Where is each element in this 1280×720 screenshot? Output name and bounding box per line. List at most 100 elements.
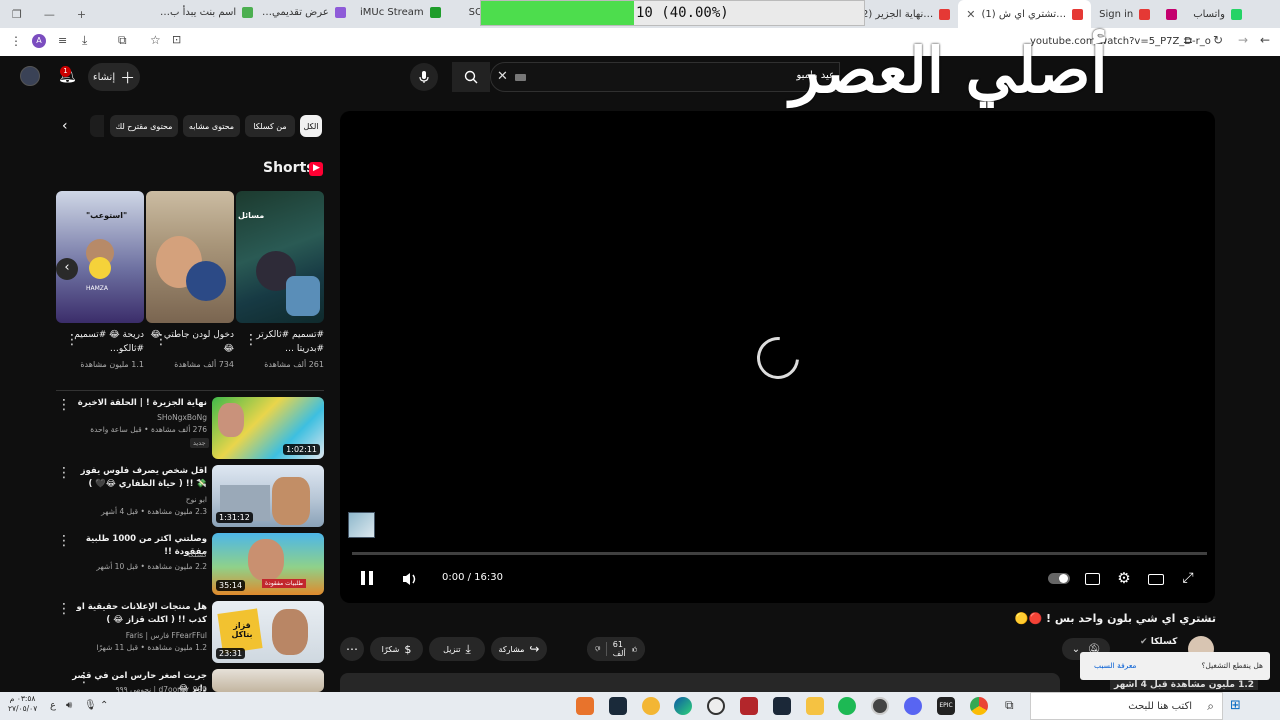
discord-icon[interactable] xyxy=(904,697,922,715)
video-channel[interactable]: SHoNgxBoNg xyxy=(70,412,207,423)
video-title[interactable]: نهاية الجزيرة ! | الحلقة الاخيرة xyxy=(70,397,207,410)
chips-prev-chevron-icon[interactable]: ‹ xyxy=(62,118,68,134)
forward-icon[interactable]: → xyxy=(1238,33,1248,47)
video-channel[interactable]: ابو نوح xyxy=(70,494,207,505)
tab-girl-names[interactable]: اسم بنت يبدأ ب… xyxy=(160,7,254,18)
more-options-icon[interactable]: ⋮ xyxy=(57,466,71,480)
tab-presentation[interactable]: عرض تقديمي… xyxy=(262,7,346,18)
download-button[interactable]: تنزيل ⤓ xyxy=(429,637,485,661)
voice-search-button[interactable] xyxy=(410,63,438,91)
pause-button[interactable] xyxy=(358,568,376,588)
language-indicator[interactable]: ع xyxy=(50,700,56,711)
channel-name[interactable]: كسلكا ✔ xyxy=(1140,637,1177,647)
share-button[interactable]: مشاركة ↪ xyxy=(491,637,547,661)
tab-active-video[interactable]: (1) تشتري اي ش… ✕ xyxy=(958,0,1092,28)
profile-avatar[interactable]: A xyxy=(32,34,46,48)
more-options-icon[interactable]: ⋮ xyxy=(244,333,258,347)
epic-games-icon[interactable]: EPIC xyxy=(937,697,955,715)
video-thumbnail-5[interactable] xyxy=(212,669,324,692)
spotify-icon[interactable] xyxy=(838,697,856,715)
obs-icon[interactable] xyxy=(871,697,889,715)
short-thumbnail-1[interactable]: مسائل xyxy=(236,191,324,323)
theater-mode-button[interactable] xyxy=(1147,571,1165,587)
tab-sign-in[interactable]: Sign in xyxy=(1091,0,1158,28)
minimize-icon[interactable]: — xyxy=(44,8,55,21)
chip-overflow[interactable] xyxy=(90,115,104,137)
youtube-icon xyxy=(939,8,951,20)
tab-island-finale[interactable]: (2) نهاية الجزير… xyxy=(850,0,958,28)
chip-from-channel[interactable]: من كسلكا xyxy=(245,115,295,137)
video-title[interactable]: اقل شخص يصرف فلوس يفوز 💸 !! ( حياة الطفا… xyxy=(70,465,207,491)
menu-dots-icon[interactable]: ⋮ xyxy=(10,34,22,48)
video-thumbnail-4[interactable]: قزاز بتاكل 23:31 xyxy=(212,601,324,663)
more-options-icon[interactable]: ⋮ xyxy=(65,333,79,347)
extensions-icon[interactable]: ⧉ xyxy=(118,33,127,48)
subtitles-button[interactable] xyxy=(1083,571,1101,587)
short-thumbnail-2[interactable] xyxy=(146,191,234,323)
short-thumbnail-3[interactable]: "استوعب" HAMZA xyxy=(56,191,144,323)
keyboard-icon[interactable] xyxy=(515,74,526,81)
back-icon[interactable]: ← xyxy=(1260,33,1270,47)
steam-icon[interactable] xyxy=(773,697,791,715)
tab-whatsapp[interactable]: واتساب xyxy=(1185,0,1250,28)
clear-search-icon[interactable]: ✕ xyxy=(497,69,508,84)
taskbar-search[interactable]: اكتب هنا للبحث ⌕ xyxy=(1030,692,1223,720)
thanks-button[interactable]: شكرًا $ xyxy=(370,637,423,661)
seek-bar[interactable] xyxy=(352,552,1207,555)
video-thumbnail-2[interactable]: 1:31:12 xyxy=(212,465,324,527)
app-icon[interactable] xyxy=(576,697,594,715)
tab-generic[interactable] xyxy=(1158,0,1185,28)
video-channel[interactable]: كسلكا xyxy=(70,549,207,560)
chip-recommended[interactable]: محتوى مقترح لك xyxy=(110,115,178,137)
chip-all[interactable]: الكل xyxy=(300,115,322,137)
volume-button[interactable] xyxy=(400,570,420,588)
restore-icon[interactable]: ❐ xyxy=(12,8,22,21)
search-button[interactable] xyxy=(452,62,490,92)
edge-icon[interactable] xyxy=(674,697,692,715)
bookmark-star-icon[interactable]: ☆ xyxy=(150,33,161,47)
avatar[interactable] xyxy=(20,66,40,86)
toast-learn-more-link[interactable]: معرفة السبب xyxy=(1094,661,1136,670)
fullscreen-button[interactable]: ⤢ xyxy=(1179,569,1197,587)
task-view-icon[interactable]: ⧉ xyxy=(1005,698,1014,713)
download-icon[interactable]: ⤓ xyxy=(82,33,87,48)
video-title[interactable]: هل منتجات الإعلانات حقيقية او كذب !! ( ا… xyxy=(70,601,207,627)
microphone-tray-icon[interactable]: 🎙︎ xyxy=(84,700,97,711)
description-meta[interactable]: 1.2 مليون مشاهدة قبل 4 أشهر xyxy=(1110,680,1259,690)
speaker-icon[interactable]: 🔊︎ xyxy=(66,700,72,711)
tray-overflow-chevron-icon[interactable]: ⌃ xyxy=(100,700,108,711)
autoplay-toggle[interactable] xyxy=(1048,573,1070,584)
settings-button[interactable]: ⚙ xyxy=(1115,569,1133,587)
super-thanks-icon: $ xyxy=(404,642,412,656)
create-button[interactable]: إنشاء ＋ xyxy=(88,63,140,91)
channel-watermark[interactable] xyxy=(348,512,375,538)
app-icon[interactable] xyxy=(642,697,660,715)
shorts-prev-button[interactable]: ‹ xyxy=(56,258,78,280)
more-options-icon[interactable]: ⋮ xyxy=(154,333,168,347)
close-tab-icon[interactable]: ✕ xyxy=(966,8,975,21)
search-input[interactable]: ✕ عيد رامبو xyxy=(490,62,840,92)
video-thumbnail-1[interactable]: 1:02:11 xyxy=(212,397,324,459)
more-options-icon[interactable]: ⋮ xyxy=(77,671,91,685)
file-explorer-icon[interactable] xyxy=(806,697,824,715)
tab-imuc-stream[interactable]: iMUc Stream SO xyxy=(360,7,483,18)
app-icon[interactable] xyxy=(740,697,758,715)
reading-list-icon[interactable]: ≡ xyxy=(58,34,67,47)
taskbar-clock[interactable]: ٠٣:٥٨ م ٢٧/٠٥/٠٧ xyxy=(8,694,37,714)
more-options-icon[interactable]: ⋮ xyxy=(57,602,71,616)
cast-icon[interactable]: ⊡ xyxy=(172,33,181,46)
more-options-icon[interactable]: ⋮ xyxy=(57,534,71,548)
reload-icon[interactable]: ↻ xyxy=(1213,33,1223,47)
chrome-icon[interactable] xyxy=(970,697,988,715)
app-icon[interactable] xyxy=(609,697,627,715)
app-icon[interactable] xyxy=(707,697,725,715)
chip-related[interactable]: محتوى مشابه xyxy=(183,115,240,137)
description-box[interactable] xyxy=(340,673,1060,692)
new-tab-button[interactable]: + xyxy=(77,8,86,21)
video-thumbnail-3[interactable]: طلبيات مفقودة 35:14 xyxy=(212,533,324,595)
like-dislike-button[interactable]: 61 ألف xyxy=(587,637,645,661)
more-actions-button[interactable]: ⋯ xyxy=(340,637,364,661)
windows-start-icon[interactable]: ⊞ xyxy=(1230,698,1241,713)
video-channel[interactable]: FFearFFul فارس | Faris xyxy=(70,630,207,641)
more-options-icon[interactable]: ⋮ xyxy=(57,398,71,412)
